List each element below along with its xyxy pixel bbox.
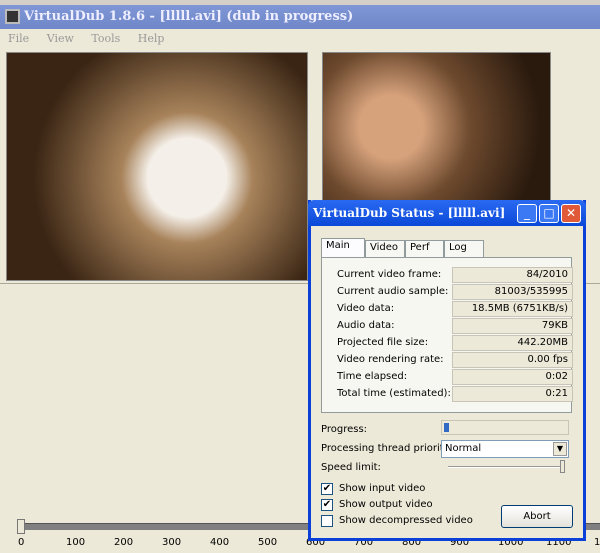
menu-bar: File View Tools Help	[0, 29, 600, 49]
abort-button[interactable]: Abort	[501, 505, 573, 528]
checkbox-0[interactable]: ✔	[321, 483, 333, 495]
status-dialog: VirtualDub Status - [lllll.avi] _ □ ✕ Ma…	[308, 200, 586, 541]
stat-label: Video data:	[337, 303, 395, 314]
stat-value: 0.00 fps	[452, 352, 573, 368]
progress-bar	[441, 420, 569, 435]
close-button[interactable]: ✕	[561, 204, 581, 223]
menu-help[interactable]: Help	[138, 32, 165, 45]
menu-file[interactable]: File	[8, 32, 29, 45]
minimize-button[interactable]: _	[517, 204, 537, 223]
timeline-tick-label: 100	[66, 537, 86, 548]
timeline-tick-label: 500	[258, 537, 278, 548]
stat-value: 81003/535995	[452, 284, 573, 300]
stat-label: Current audio sample:	[337, 286, 449, 297]
speed-limit-label: Speed limit:	[321, 462, 381, 473]
window-title: VirtualDub 1.8.6 - [lllll.avi] (dub in p…	[0, 5, 600, 29]
stat-label: Total time (estimated):	[337, 388, 451, 399]
priority-label: Processing thread priority:	[321, 443, 453, 454]
timeline-tick-label: 400	[210, 537, 230, 548]
timeline-tick-label: 300	[162, 537, 182, 548]
stat-value: 0:21	[452, 386, 573, 402]
menu-tools[interactable]: Tools	[91, 32, 120, 45]
timeline-tick-label: 12	[594, 537, 600, 548]
tab-log[interactable]: Log	[444, 240, 484, 257]
tab-video[interactable]: Video	[365, 240, 405, 257]
checkbox-label: Show input video	[339, 483, 426, 494]
progress-fill	[444, 423, 450, 432]
progress-label: Progress:	[321, 424, 368, 435]
checkbox-1[interactable]: ✔	[321, 499, 333, 511]
checkbox-2[interactable]	[321, 515, 333, 527]
speed-limit-thumb[interactable]	[560, 460, 565, 473]
stat-label: Current video frame:	[337, 269, 442, 280]
stat-value: 442.20MB	[452, 335, 573, 351]
stat-value: 18.5MB (6751KB/s)	[452, 301, 573, 317]
timeline-thumb[interactable]	[17, 519, 25, 534]
stat-value: 79KB	[452, 318, 573, 334]
stat-value: 0:02	[452, 369, 573, 385]
output-video-pane	[322, 52, 551, 202]
priority-select[interactable]: Normal ▼	[441, 440, 569, 458]
tab-perf[interactable]: Perf	[405, 240, 444, 257]
maximize-button[interactable]: □	[539, 204, 559, 223]
stat-label: Video rendering rate:	[337, 354, 444, 365]
stat-value: 84/2010	[452, 267, 573, 283]
main-stats-panel: Current video frame: 84/2010 Current audio…	[321, 257, 573, 413]
stat-label: Audio data:	[337, 320, 395, 331]
tab-main[interactable]: Main	[321, 238, 365, 258]
speed-limit-slider[interactable]	[448, 466, 563, 468]
timeline-tick-label: 0	[18, 537, 25, 548]
stat-label: Time elapsed:	[337, 371, 408, 382]
checkbox-label: Show output video	[339, 499, 433, 510]
menu-view[interactable]: View	[47, 32, 74, 45]
input-video-pane	[6, 52, 308, 281]
checkbox-label: Show decompressed video	[339, 515, 473, 526]
chevron-down-icon[interactable]: ▼	[553, 442, 567, 456]
app-icon	[5, 9, 20, 24]
timeline-tick-label: 200	[114, 537, 134, 548]
priority-value: Normal	[445, 443, 482, 454]
stat-label: Projected file size:	[337, 337, 429, 348]
